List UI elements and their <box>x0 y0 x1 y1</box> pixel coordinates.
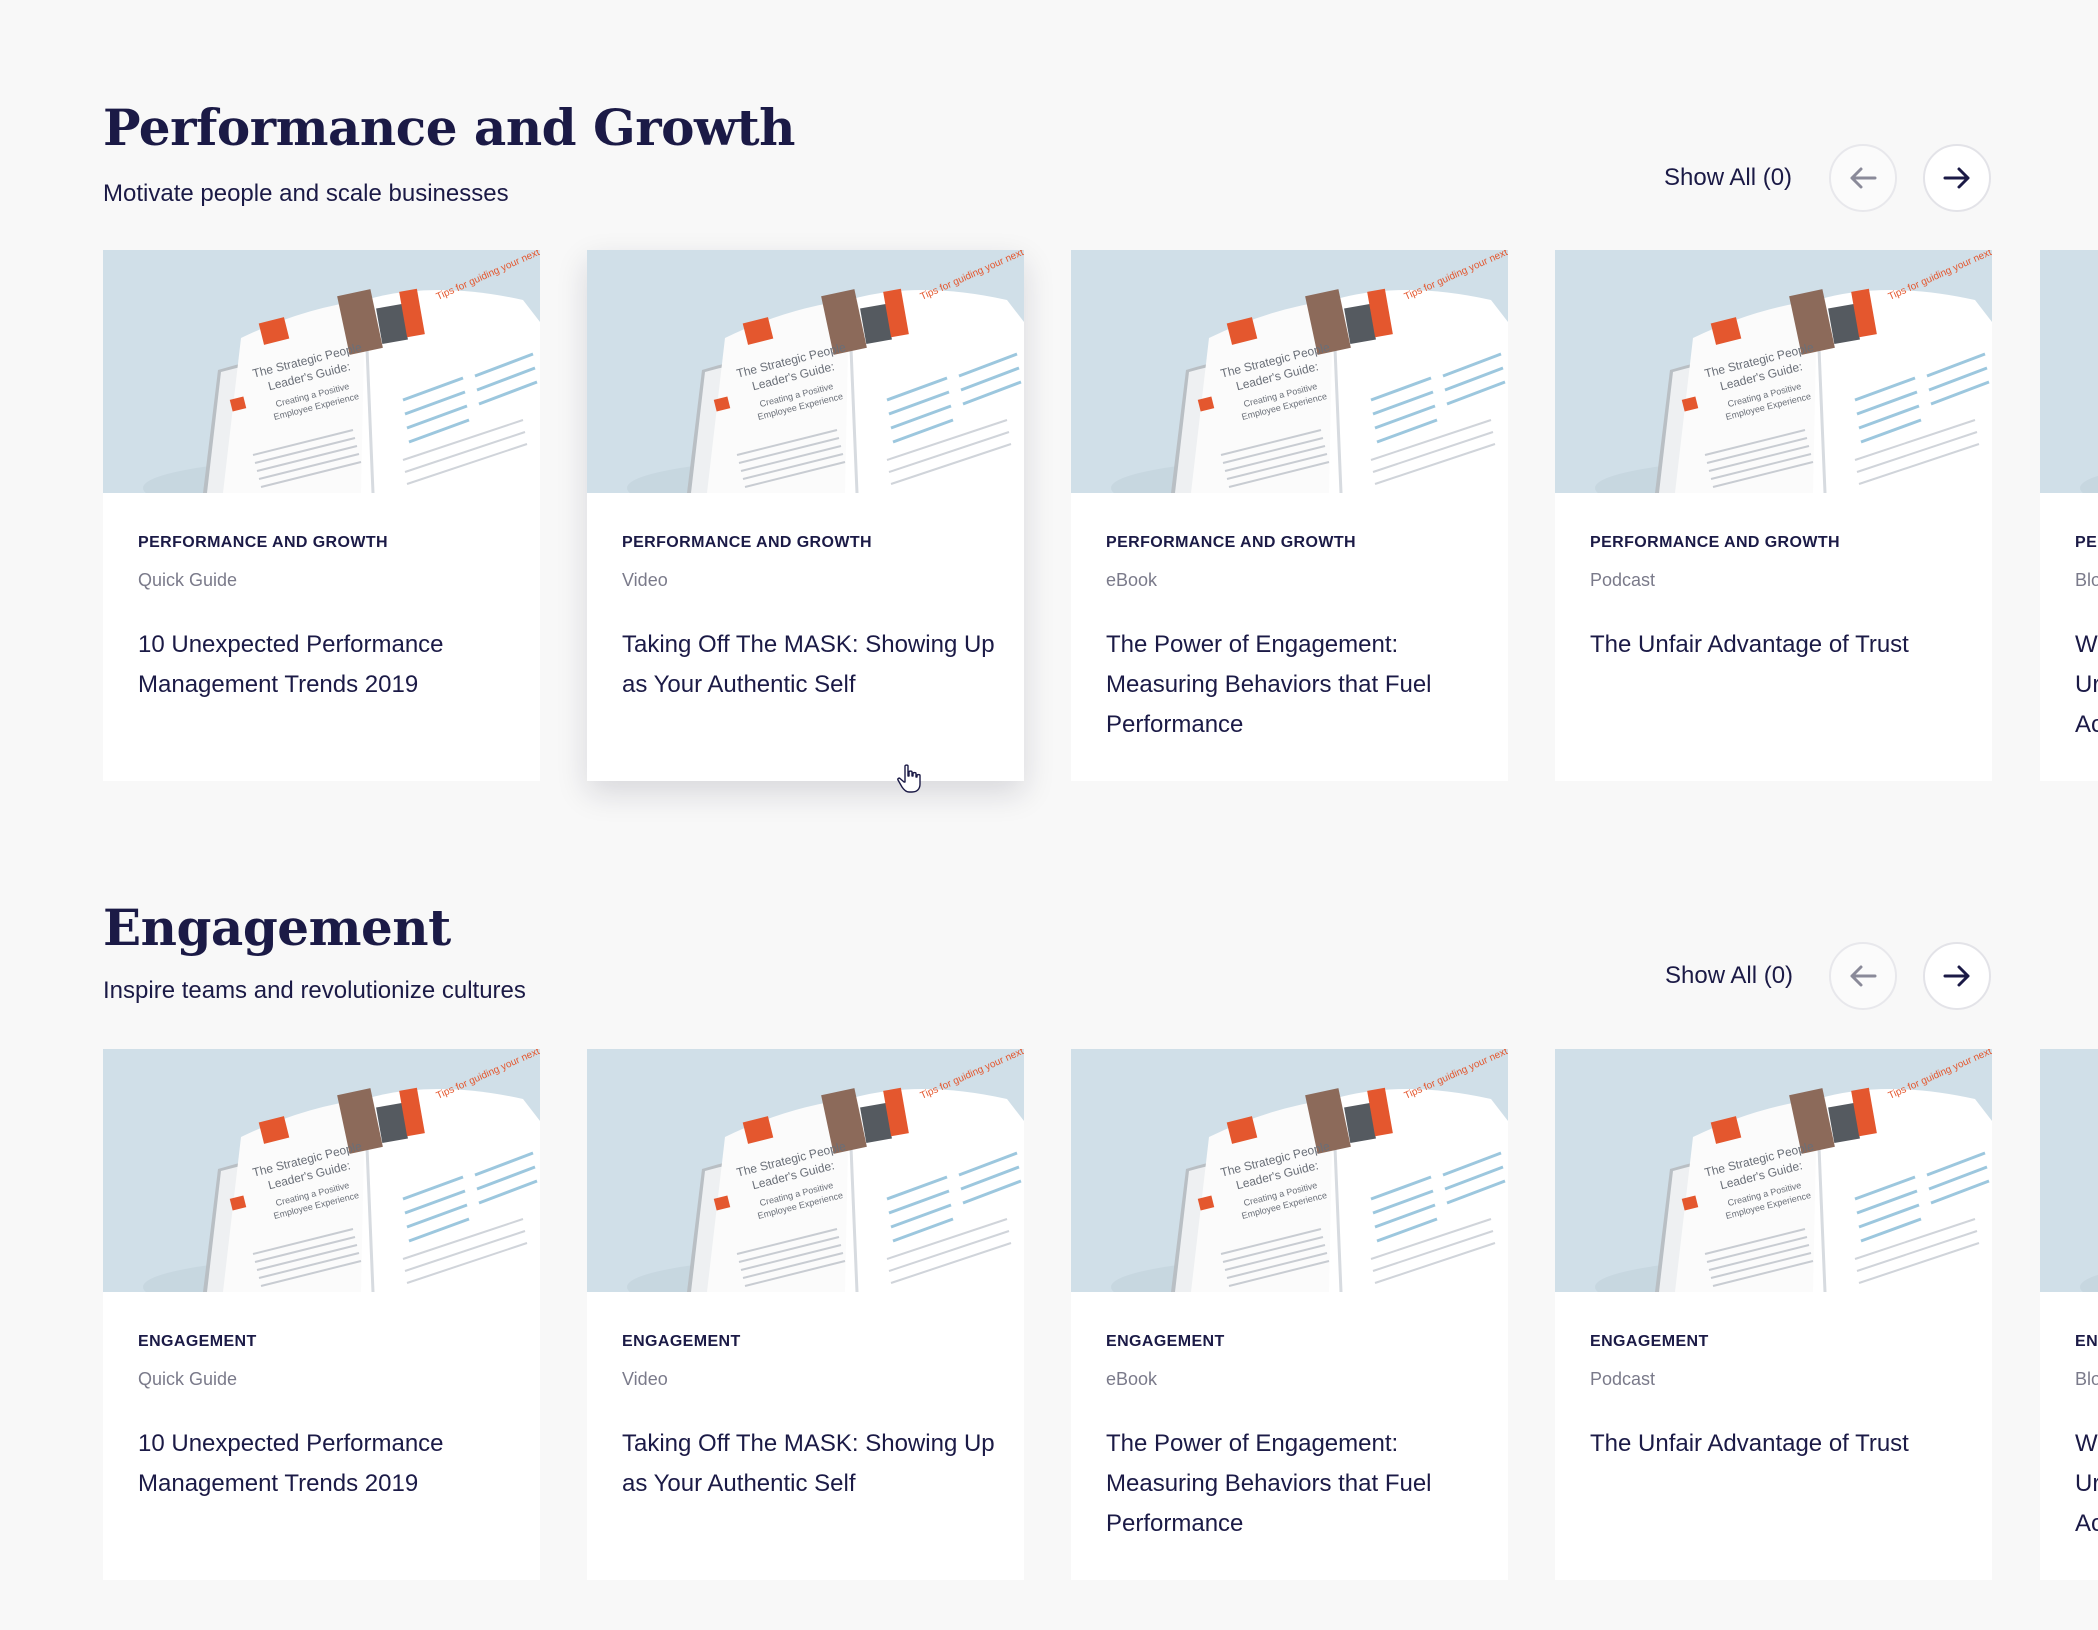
card-category: EN <box>2075 1333 2098 1350</box>
section-performance-growth: Performance and Growth Motivate people a… <box>103 0 2098 800</box>
card-category: ENGAGEMENT <box>138 1333 257 1350</box>
card-title: The Unfair Advantage of Trust <box>1590 1430 1909 1457</box>
card-title: The Power of Engagement: Measuring Behav… <box>1106 1430 1432 1537</box>
resource-card[interactable]: The Strategic People Leader's Guide: Creat… <box>103 1049 540 1580</box>
resource-card-partial[interactable]: The Strategic PeopleLeader's Guide:Creat… <box>2040 1049 2098 1580</box>
open-book-guide-image: The Strategic PeopleLeader's Guide:Creat… <box>1071 1049 1508 1292</box>
card-category: PERFORMANCE AND GROWTH <box>1590 534 1840 551</box>
card-title: W Ur Ac <box>2075 1430 2098 1537</box>
card-type: eBook <box>1106 1369 1158 1389</box>
card-category: ENGAGEMENT <box>1106 1333 1225 1350</box>
card-thumbnail: The Strategic PeopleLeader's Guide:Creat… <box>1555 250 1992 493</box>
hand-pointer-icon <box>897 764 921 793</box>
resource-card[interactable]: The Strategic People Leader's Guide: Creat… <box>1555 250 1992 781</box>
card-title: Taking Off The MASK: Showing Up as Your … <box>622 631 995 698</box>
card-category: PERFORMANCE AND GROWTH <box>1106 534 1356 551</box>
card-category: ENGAGEMENT <box>1590 1333 1709 1350</box>
show-all-link[interactable]: Show All (0) <box>1665 962 1793 990</box>
section-title: Engagement <box>103 898 451 957</box>
section-subtitle: Motivate people and scale businesses <box>103 180 509 207</box>
card-title: The Unfair Advantage of Trust <box>1590 631 1909 658</box>
section-subtitle: Inspire teams and revolutionize cultures <box>103 977 526 1004</box>
section-engagement: Engagement Inspire teams and revolutioni… <box>103 800 2098 1630</box>
section-title: Performance and Growth <box>103 98 795 157</box>
card-thumbnail: The Strategic PeopleLeader's Guide:Creat… <box>587 1049 1024 1292</box>
card-type: Video <box>622 1369 668 1389</box>
open-book-guide-image: The Strategic PeopleLeader's Guide:Creat… <box>587 250 1024 493</box>
card-title: W Ur Ac <box>2075 631 2098 738</box>
card-title: Taking Off The MASK: Showing Up as Your … <box>622 1430 995 1497</box>
card-category: PERFORMANCE AND GROWTH <box>622 534 872 551</box>
card-type: Quick Guide <box>138 1369 238 1389</box>
open-book-guide-image: The Strategic PeopleLeader's Guide:Creat… <box>1071 250 1508 493</box>
card-thumbnail: The Strategic PeopleLeader's Guide:Creat… <box>1555 1049 1992 1292</box>
open-book-guide-image: The Strategic PeopleLeader's Guide:Creat… <box>103 250 540 493</box>
open-book-guide-image: The Strategic PeopleLeader's Guide:Creat… <box>103 1049 540 1292</box>
arrow-left-icon <box>1850 167 1877 189</box>
card-title: 10 Unexpected Performance Management Tre… <box>138 1430 444 1497</box>
card-type: eBook <box>1106 570 1158 590</box>
card-thumbnail: The Strategic PeopleLeader's Guide:Creat… <box>103 1049 540 1292</box>
card-type: Podcast <box>1590 570 1656 590</box>
open-book-guide-image: The Strategic PeopleLeader's Guide:Creat… <box>2040 1049 2098 1292</box>
arrow-right-icon <box>1943 965 1970 987</box>
card-category: PE <box>2075 534 2098 551</box>
card-carousel: The Strategic People Leader's Guide: Creat… <box>103 1049 2098 1584</box>
resource-card[interactable]: The Strategic People Leader's Guide: Creat… <box>1555 1049 1992 1580</box>
carousel-prev-button[interactable] <box>1829 942 1897 1010</box>
card-title: The Power of Engagement: Measuring Behav… <box>1106 631 1432 738</box>
card-thumbnail: The Strategic PeopleLeader's Guide:Creat… <box>587 250 1024 493</box>
open-book-guide-image: The Strategic PeopleLeader's Guide:Creat… <box>1555 1049 1992 1292</box>
card-thumbnail: The Strategic PeopleLeader's Guide:Creat… <box>2040 250 2098 493</box>
resource-card[interactable]: The Strategic People Leader's Guide: Creat… <box>587 250 1024 781</box>
resource-card[interactable]: The Strategic People Leader's Guide: Creat… <box>587 1049 1024 1580</box>
show-all-link[interactable]: Show All (0) <box>1664 164 1792 192</box>
open-book-guide-image: The Strategic PeopleLeader's Guide:Creat… <box>587 1049 1024 1292</box>
resource-card[interactable]: The Strategic People Leader's Guide: Creat… <box>103 250 540 781</box>
card-type: Podcast <box>1590 1369 1656 1389</box>
card-type: Video <box>622 570 668 590</box>
card-type: Blo <box>2075 570 2098 590</box>
open-book-guide-image: The Strategic PeopleLeader's Guide:Creat… <box>2040 250 2098 493</box>
carousel-next-button[interactable] <box>1923 942 1991 1010</box>
card-title: 10 Unexpected Performance Management Tre… <box>138 631 444 698</box>
carousel-prev-button[interactable] <box>1829 144 1897 212</box>
card-category: PERFORMANCE AND GROWTH <box>138 534 388 551</box>
card-thumbnail: The Strategic PeopleLeader's Guide:Creat… <box>2040 1049 2098 1292</box>
open-book-guide-image: The Strategic PeopleLeader's Guide:Creat… <box>1555 250 1992 493</box>
card-carousel: The Strategic People Leader's Guide: Creat… <box>103 250 2098 785</box>
card-thumbnail: The Strategic PeopleLeader's Guide:Creat… <box>103 250 540 493</box>
card-thumbnail: The Strategic PeopleLeader's Guide:Creat… <box>1071 1049 1508 1292</box>
card-category: ENGAGEMENT <box>622 1333 741 1350</box>
card-type: Blo <box>2075 1369 2098 1389</box>
carousel-next-button[interactable] <box>1923 144 1991 212</box>
arrow-right-icon <box>1943 167 1970 189</box>
card-thumbnail: The Strategic PeopleLeader's Guide:Creat… <box>1071 250 1508 493</box>
resource-card[interactable]: The Strategic People Leader's Guide: Creat… <box>1071 1049 1508 1580</box>
arrow-left-icon <box>1850 965 1877 987</box>
resource-card-partial[interactable]: The Strategic PeopleLeader's Guide:Creat… <box>2040 250 2098 781</box>
resource-card[interactable]: The Strategic People Leader's Guide: Creat… <box>1071 250 1508 781</box>
card-type: Quick Guide <box>138 570 238 590</box>
